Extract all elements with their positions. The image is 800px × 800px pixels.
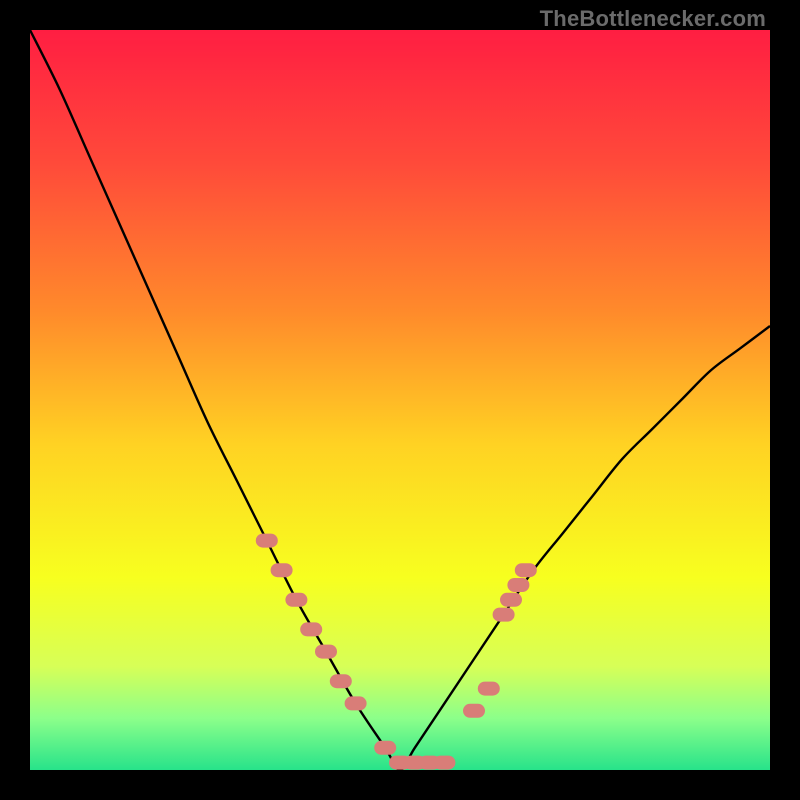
watermark-text: TheBottlenecker.com [540,6,766,32]
gradient-background [30,30,770,770]
marker-capsule [507,578,529,592]
marker-capsule [433,756,455,770]
marker-capsule [493,608,515,622]
marker-capsule [315,645,337,659]
marker-capsule [500,593,522,607]
marker-capsule [256,534,278,548]
marker-capsule [345,696,367,710]
marker-capsule [285,593,307,607]
marker-capsule [463,704,485,718]
marker-capsule [478,682,500,696]
plot-area [30,30,770,770]
chart-svg [30,30,770,770]
marker-capsule [374,741,396,755]
marker-capsule [515,563,537,577]
chart-frame: TheBottlenecker.com [0,0,800,800]
marker-capsule [271,563,293,577]
marker-capsule [300,622,322,636]
marker-capsule [330,674,352,688]
